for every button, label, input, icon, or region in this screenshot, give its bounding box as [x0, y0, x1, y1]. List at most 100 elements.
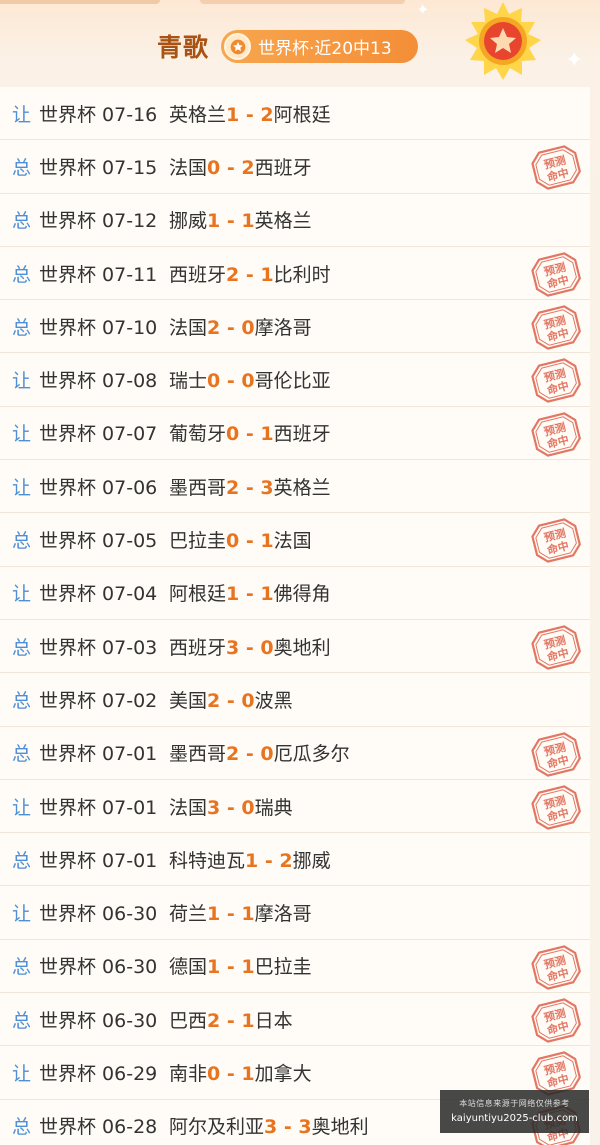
home-team: 墨西哥	[169, 476, 227, 499]
prediction-hit-stamp: 预测命中	[531, 305, 581, 350]
match-score: 1 - 1	[207, 903, 255, 926]
list-item[interactable]: 让世界杯 07-07 葡萄牙0 - 1西班牙 预测 命中	[0, 406, 590, 461]
league-date: 世界杯 06-30	[39, 956, 158, 979]
away-team: 英格兰	[273, 476, 331, 499]
list-item[interactable]: 让世界杯 07-16 英格兰1 - 2阿根廷	[0, 87, 590, 141]
league-date: 世界杯 07-04	[39, 583, 158, 606]
match-score: 1 - 1	[226, 583, 274, 606]
home-team: 阿尔及利亚	[169, 1116, 265, 1139]
league-date: 世界杯 07-03	[39, 636, 158, 659]
home-team: 南非	[169, 1062, 208, 1085]
watermark-line2: kaiyuntiyu2025-club.com	[451, 1113, 578, 1124]
home-team: 巴西	[169, 1009, 208, 1032]
away-team: 加拿大	[254, 1062, 312, 1085]
match-score: 0 - 1	[226, 530, 274, 553]
prediction-hit-stamp: 预测命中	[531, 625, 581, 670]
list-item[interactable]: 总世界杯 07-10 法国2 - 0摩洛哥 预测 命中	[0, 300, 590, 354]
bet-type-label: 总	[12, 316, 32, 339]
bet-type-label: 总	[12, 689, 32, 712]
list-item[interactable]: 让世界杯 06-30 荷兰1 - 1摩洛哥	[0, 886, 590, 940]
match-line: 德国1 - 1巴拉圭	[169, 952, 312, 979]
list-item[interactable]: 总世界杯 06-30 巴西2 - 1日本 预测 命中	[0, 993, 590, 1047]
home-team: 瑞士	[169, 370, 208, 393]
away-team: 波黑	[254, 689, 293, 712]
bet-type-label: 让	[12, 903, 32, 926]
match-line: 阿根廷1 - 1佛得角	[169, 579, 331, 606]
league-date: 世界杯 07-01	[39, 743, 158, 766]
list-item[interactable]: 总世界杯 07-05 巴拉圭0 - 1法国 预测 命中	[0, 513, 590, 567]
list-item[interactable]: 总世界杯 07-11 西班牙2 - 1比利时 预测 命中	[0, 246, 590, 301]
list-item[interactable]: 让世界杯 07-06 墨西哥2 - 3英格兰	[0, 460, 590, 514]
record-badge-text: 世界杯·近20中13	[258, 39, 392, 59]
match-score: 1 - 2	[245, 849, 293, 872]
away-team: 佛得角	[273, 583, 331, 606]
match-score: 2 - 0	[207, 316, 255, 339]
away-team: 巴拉圭	[254, 956, 312, 979]
list-item[interactable]: 让世界杯 07-04 阿根廷1 - 1佛得角	[0, 566, 590, 620]
list-item[interactable]: 总世界杯 07-15 法国0 - 2西班牙 预测 命中	[0, 140, 590, 194]
watermark-line1: 本站信息来源于网络仅供参考	[459, 1099, 570, 1108]
prediction-hit-stamp: 预测命中	[531, 358, 581, 404]
bet-type-label: 让	[12, 103, 32, 126]
match-line: 美国2 - 0波黑	[169, 686, 293, 713]
sparkle-icon: ✦	[565, 48, 584, 73]
list-item[interactable]: 总世界杯 07-01 墨西哥2 - 0厄瓜多尔 预测 命中	[0, 726, 590, 780]
match-score: 3 - 0	[207, 796, 255, 819]
prediction-hit-stamp: 预测命中	[531, 731, 581, 777]
away-team: 奥地利	[311, 1116, 369, 1139]
league-date: 世界杯 06-28	[39, 1116, 158, 1139]
bet-type-label: 让	[12, 1062, 32, 1085]
match-line: 法国0 - 2西班牙	[169, 153, 312, 180]
match-score: 3 - 3	[264, 1116, 312, 1139]
home-team: 德国	[169, 956, 208, 979]
match-score: 2 - 1	[207, 1009, 255, 1032]
match-score: 0 - 1	[207, 1062, 255, 1085]
match-line: 巴西2 - 1日本	[169, 1006, 293, 1033]
league-date: 世界杯 07-15	[39, 156, 158, 179]
bet-type-label: 总	[12, 263, 32, 286]
match-line: 葡萄牙0 - 1西班牙	[169, 419, 331, 446]
away-team: 法国	[273, 530, 312, 553]
bet-type-label: 总	[12, 1009, 32, 1032]
bet-type-label: 总	[12, 210, 32, 233]
bet-type-label: 总	[12, 849, 32, 872]
list-item[interactable]: 总世界杯 07-12 挪威1 - 1英格兰	[0, 193, 590, 247]
list-item[interactable]: 总世界杯 07-03 西班牙3 - 0奥地利 预测 命中	[0, 619, 590, 674]
away-team: 比利时	[273, 263, 331, 286]
match-score: 1 - 1	[207, 956, 255, 979]
bet-type-label: 总	[12, 156, 32, 179]
league-date: 世界杯 07-02	[39, 689, 158, 712]
bet-type-label: 总	[12, 743, 32, 766]
league-date: 世界杯 07-08	[39, 370, 158, 393]
bet-type-label: 总	[12, 956, 32, 979]
list-item[interactable]: 让世界杯 07-01 法国3 - 0瑞典 预测 命中	[0, 779, 590, 834]
record-badge: 世界杯·近20中13	[221, 30, 418, 63]
away-team: 瑞典	[254, 796, 293, 819]
list-item[interactable]: 总世界杯 07-01 科特迪瓦1 - 2挪威	[0, 833, 590, 887]
league-date: 世界杯 07-06	[39, 476, 158, 499]
league-date: 世界杯 06-29	[39, 1062, 158, 1085]
league-date: 世界杯 07-12	[39, 210, 158, 233]
home-team: 荷兰	[169, 903, 208, 926]
away-team: 摩洛哥	[254, 316, 312, 339]
away-team: 挪威	[292, 849, 331, 872]
medal-icon	[465, 2, 541, 80]
expert-name: 青歌	[157, 33, 210, 62]
home-team: 墨西哥	[169, 743, 227, 766]
away-team: 厄瓜多尔	[273, 743, 350, 766]
league-date: 世界杯 07-01	[39, 849, 158, 872]
match-line: 西班牙2 - 1比利时	[169, 260, 331, 287]
list-item[interactable]: 总世界杯 06-30 德国1 - 1巴拉圭 预测 命中	[0, 939, 590, 994]
prediction-hit-stamp: 预测命中	[531, 785, 581, 830]
away-team: 阿根廷	[273, 103, 331, 126]
home-team: 巴拉圭	[169, 530, 227, 553]
match-line: 科特迪瓦1 - 2挪威	[169, 846, 331, 873]
list-item[interactable]: 让世界杯 07-08 瑞士0 - 0哥伦比亚 预测 命中	[0, 353, 590, 407]
league-date: 世界杯 07-01	[39, 796, 158, 819]
list-item[interactable]: 总世界杯 07-02 美国2 - 0波黑	[0, 673, 590, 727]
bet-type-label: 让	[12, 476, 32, 499]
match-line: 法国2 - 0摩洛哥	[169, 313, 312, 340]
match-line: 巴拉圭0 - 1法国	[169, 526, 312, 553]
match-score: 0 - 1	[226, 423, 274, 446]
prediction-hit-stamp: 预测命中	[531, 944, 581, 990]
